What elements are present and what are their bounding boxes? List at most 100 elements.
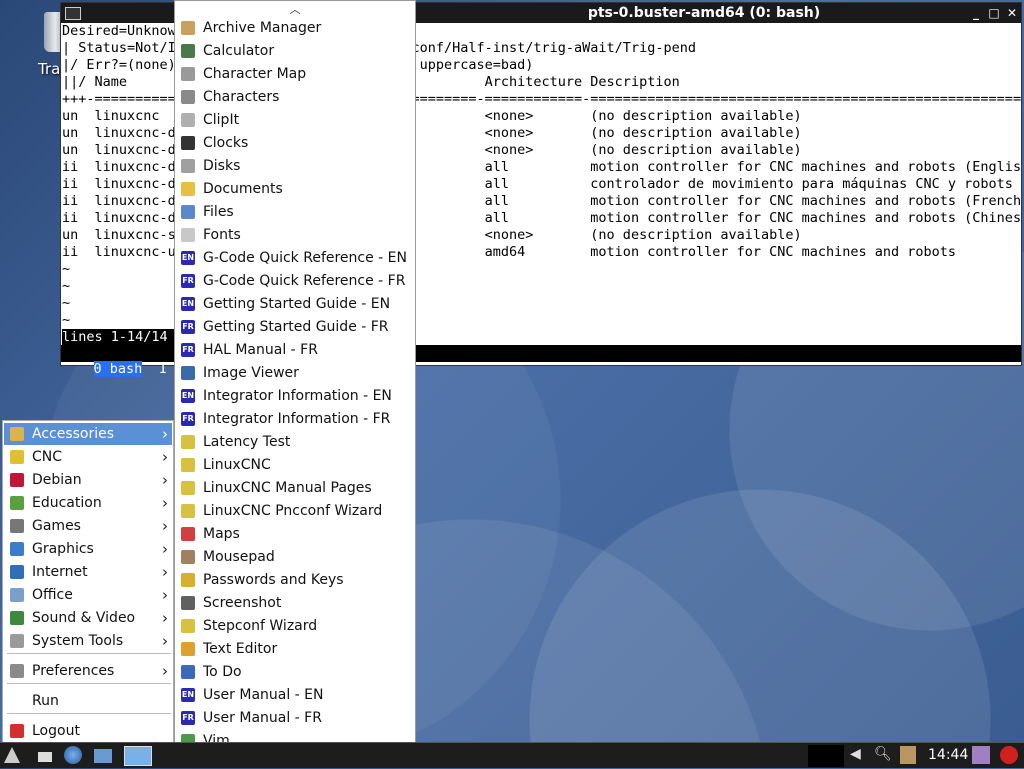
maximize-button[interactable]: □ (985, 6, 1003, 20)
menu-item-education[interactable]: Education› (4, 492, 172, 514)
accessories-submenu[interactable]: ︿ ﹀ Archive ManagerCalculatorCharacter M… (174, 0, 416, 768)
archive-icon (181, 21, 195, 35)
menu-item-sound-video[interactable]: Sound & Video › (4, 607, 172, 629)
submenu-item-integrator-information-en[interactable]: ENIntegrator Information - EN (177, 385, 413, 407)
submenu-item-label: G-Code Quick Reference - EN (203, 250, 407, 266)
menu-item-internet[interactable]: Internet› (4, 561, 172, 583)
submenu-item-label: Calculator (203, 43, 274, 59)
submenu-item-clipit[interactable]: ClipIt (177, 109, 413, 131)
menu-item-label: Sound & Video (32, 610, 135, 626)
tmux-tab-active[interactable]: 0 bash (94, 361, 143, 377)
linuxcnc-icon (181, 504, 195, 518)
submenu-item-screenshot[interactable]: Screenshot (177, 592, 413, 614)
menu-item-games[interactable]: Games› (4, 515, 172, 537)
submenu-item-characters[interactable]: Characters (177, 86, 413, 108)
submenu-item-g-code-quick-reference-fr[interactable]: FRG-Code Quick Reference - FR (177, 270, 413, 292)
chevron-right-icon: › (162, 609, 168, 627)
user-icon[interactable] (972, 746, 990, 764)
file-manager-icon[interactable] (94, 749, 112, 763)
submenu-item-archive-manager[interactable]: Archive Manager (177, 17, 413, 39)
linuxcnc-icon (181, 619, 195, 633)
menu-item-accessories[interactable]: Accessories› (4, 423, 172, 445)
submenu-item-latency-test[interactable]: Latency Test (177, 431, 413, 453)
internet-icon (10, 565, 24, 579)
character-map-icon (181, 67, 195, 81)
submenu-item-linuxcnc[interactable]: LinuxCNC (177, 454, 413, 476)
submenu-item-disks[interactable]: Disks (177, 155, 413, 177)
submenu-item-label: Passwords and Keys (203, 572, 344, 588)
window-switcher-icon[interactable] (124, 746, 152, 766)
submenu-item-label: Documents (203, 181, 283, 197)
fonts-icon (181, 228, 195, 242)
submenu-item-text-editor[interactable]: Text Editor (177, 638, 413, 660)
submenu-item-clocks[interactable]: Clocks (177, 132, 413, 154)
submenu-item-user-manual-en[interactable]: EN User Manual - EN (177, 684, 413, 706)
minimize-button[interactable]: _ (967, 6, 985, 20)
submenu-item-calculator[interactable]: Calculator (177, 40, 413, 62)
chevron-right-icon: › (162, 425, 168, 443)
web-browser-icon[interactable] (64, 746, 82, 764)
volume-icon[interactable]: ◀ (850, 746, 872, 766)
menu-item-label: Logout (32, 723, 80, 739)
menu-item-label: Graphics (32, 541, 94, 557)
submenu-item-label: User Manual - EN (203, 687, 324, 703)
submenu-item-files[interactable]: Files (177, 201, 413, 223)
menu-item-label: Office (32, 587, 73, 603)
menu-item-logout[interactable]: Logout (4, 720, 172, 742)
submenu-item-fonts[interactable]: Fonts (177, 224, 413, 246)
fr-doc-icon: FR (181, 343, 195, 357)
close-button[interactable]: ✕ (1003, 6, 1021, 20)
en-doc-icon: EN (181, 688, 195, 702)
education-icon (10, 496, 24, 510)
trash-label: Tra (38, 60, 60, 78)
preferences-icon (10, 664, 24, 678)
menu-item-graphics[interactable]: Graphics› (4, 538, 172, 560)
scroll-up-icon[interactable]: ︿ (175, 1, 415, 15)
show-desktop-icon[interactable] (38, 752, 52, 762)
logout-icon (10, 724, 24, 738)
power-icon[interactable] (1000, 746, 1018, 764)
menu-item-debian[interactable]: Debian› (4, 469, 172, 491)
submenu-item-to-do[interactable]: To Do (177, 661, 413, 683)
submenu-item-image-viewer[interactable]: Image Viewer (177, 362, 413, 384)
submenu-item-passwords-and-keys[interactable]: Passwords and Keys (177, 569, 413, 591)
submenu-item-user-manual-fr[interactable]: FRUser Manual - FR (177, 707, 413, 729)
accessories-icon (10, 427, 24, 441)
menu-item-preferences[interactable]: Preferences› (4, 660, 172, 682)
submenu-item-label: Mousepad (203, 549, 275, 565)
linuxcnc-icon (181, 481, 195, 495)
submenu-item-stepconf-wizard[interactable]: Stepconf Wizard (177, 615, 413, 637)
application-menu[interactable]: Accessories›CNC›Debian›Education›Games›G… (2, 420, 174, 744)
submenu-item-label: Screenshot (203, 595, 281, 611)
search-icon[interactable]: 🔍︎ (874, 746, 896, 766)
menu-item-label: Preferences (32, 663, 114, 679)
submenu-item-maps[interactable]: Maps (177, 523, 413, 545)
menu-item-run[interactable]: Run (4, 690, 172, 712)
menu-item-system-tools[interactable]: System Tools› (4, 630, 172, 652)
menu-item-cnc[interactable]: CNC› (4, 446, 172, 468)
submenu-item-label: Integrator Information - FR (203, 411, 390, 427)
clipboard-icon[interactable] (900, 746, 916, 764)
menu-separator (7, 653, 171, 654)
submenu-item-hal-manual-fr[interactable]: FRHAL Manual - FR (177, 339, 413, 361)
submenu-item-label: Characters (203, 89, 279, 105)
menu-item-office[interactable]: Office › (4, 584, 172, 606)
fr-doc-icon: FR (181, 274, 195, 288)
submenu-item-integrator-information-fr[interactable]: FRIntegrator Information - FR (177, 408, 413, 430)
submenu-item-linuxcnc-pncconf-wizard[interactable]: LinuxCNC Pncconf Wizard (177, 500, 413, 522)
submenu-item-getting-started-guide-en[interactable]: ENGetting Started Guide - EN (177, 293, 413, 315)
submenu-item-mousepad[interactable]: Mousepad (177, 546, 413, 568)
submenu-item-getting-started-guide-fr[interactable]: FRGetting Started Guide - FR (177, 316, 413, 338)
submenu-item-linuxcnc-manual-pages[interactable]: LinuxCNC Manual Pages (177, 477, 413, 499)
submenu-item-character-map[interactable]: Character Map (177, 63, 413, 85)
chevron-right-icon: › (162, 586, 168, 604)
clock[interactable]: 14:44 (928, 747, 968, 763)
terminal-window-icon (65, 7, 81, 20)
submenu-item-g-code-quick-reference-en[interactable]: ENG-Code Quick Reference - EN (177, 247, 413, 269)
submenu-item-documents[interactable]: Documents (177, 178, 413, 200)
linuxcnc-icon (181, 458, 195, 472)
chevron-right-icon: › (162, 517, 168, 535)
menu-launcher-icon[interactable] (4, 747, 20, 763)
submenu-item-label: Getting Started Guide - EN (203, 296, 390, 312)
games-icon (10, 519, 24, 533)
